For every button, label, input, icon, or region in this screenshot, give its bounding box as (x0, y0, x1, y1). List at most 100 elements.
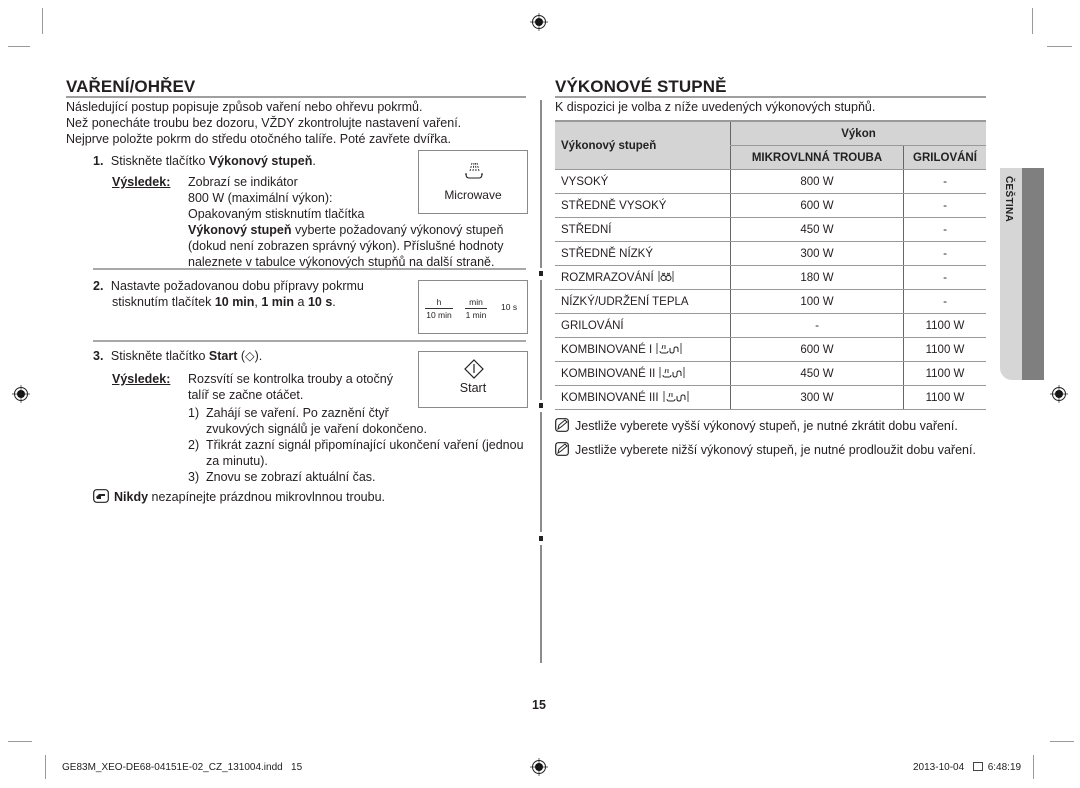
footer-separator-glyph (972, 762, 983, 771)
result-text: vyberte požadovaný výkonový stupeň (291, 223, 504, 237)
microwave-power-value: 600 W (730, 193, 904, 218)
power-level-name: STŘEDNÍ (555, 217, 731, 242)
microwave-power-value: 450 W (730, 361, 904, 386)
footer-file: GE83M_XEO-DE68-04151E-02_CZ_131004.indd … (62, 762, 303, 773)
power-level-label: KOMBINOVANÉ III (561, 392, 659, 404)
microwave-power-value: - (730, 313, 904, 338)
result-line: Rozsvítí se kontrolka trouby a otočný (188, 372, 393, 386)
sub-step-line: Zahájí se vaření. Po zaznění čtyř (206, 406, 389, 420)
step-text-end: (◇). (237, 349, 263, 363)
crop-mark (1032, 8, 1033, 34)
step-divider (93, 340, 526, 342)
step-2-line1: 2. Nastavte požadovanou dobu přípravy po… (93, 278, 364, 294)
footer-time: 6:48:19 (987, 762, 1022, 773)
step-number: 3. (93, 349, 104, 363)
step-button-name: Start (208, 349, 238, 363)
time-buttons-panel: h 10 min min 1 min 10 s (418, 280, 528, 334)
header-power-level: Výkonový stupeň (555, 120, 731, 170)
power-level-label: NÍZKÝ/UDRŽENÍ TEPLA (561, 295, 689, 308)
grill-power-value: - (903, 265, 986, 290)
header-grill: GRILOVÁNÍ (903, 145, 986, 170)
power-level-name: ROZMRAZOVÁNÍ (555, 265, 731, 290)
pointing-hand-icon (93, 489, 109, 503)
power-level-name: STŘEDNĚ VYSOKÝ (555, 193, 731, 218)
page-number: 15 (532, 698, 546, 712)
column-divider (540, 280, 542, 400)
microwave-power-value: 300 W (730, 241, 904, 266)
microwave-button-panel: Microwave (418, 150, 528, 214)
start-button-panel: Start (418, 351, 528, 408)
step-text-end: . (312, 154, 316, 168)
step-text-end: . (332, 295, 336, 309)
microwave-power-value: 800 W (730, 169, 904, 194)
result-button-name: Výkonový stupeň (188, 223, 292, 237)
warning-note: Nikdy nezapínejte prázdnou mikrovlnnou t… (93, 489, 385, 505)
result-line: (dokud není zobrazen správný výkon). Pří… (188, 239, 504, 253)
grill-power-value: 1100 W (903, 337, 986, 362)
crop-mark (8, 741, 32, 742)
footer-date: 2013-10-04 (913, 762, 965, 773)
table-row: VYSOKÝ 800 W- (555, 169, 986, 194)
start-icon (464, 359, 484, 379)
power-level-name: KOMBINOVANÉ III (555, 385, 731, 410)
column-divider-mark (539, 271, 543, 276)
button-top-label: min (465, 297, 487, 309)
microwave-icon (465, 162, 483, 179)
section-title-cooking: VAŘENÍ/OHŘEV (66, 77, 196, 96)
microwave-power-value: 300 W (730, 385, 904, 410)
step-text: Stiskněte tlačítko (110, 349, 209, 363)
step-button-name: Výkonový stupeň (208, 154, 313, 168)
table-row: GRILOVÁNÍ -1100 W (555, 313, 986, 338)
step-text: stisknutím tlačítek (112, 295, 215, 309)
min-1min-button: min 1 min (465, 297, 487, 320)
button-bottom-label: 1 min (465, 310, 487, 320)
microwave-power-value: 450 W (730, 217, 904, 242)
result-line: talíř se začne otáčet. (188, 388, 304, 402)
result-line: Opakovaným stisknutím tlačítka (188, 207, 365, 221)
table-row: ROZMRAZOVÁNÍ 180 W- (555, 265, 986, 290)
step-number: 1. (93, 154, 104, 168)
intro-line: Nejprve položte pokrm do středu otočného… (66, 132, 451, 146)
button-bottom-label: 10 min (426, 310, 452, 320)
power-level-name: NÍZKÝ/UDRŽENÍ TEPLA (555, 289, 731, 314)
header-microwave: MIKROVLNNÁ TROUBA (730, 145, 904, 170)
power-level-label: STŘEDNĚ NÍZKÝ (561, 247, 654, 260)
power-level-label: STŘEDNĚ VYSOKÝ (561, 199, 667, 212)
registration-mark-icon (12, 385, 30, 403)
result-line: Zobrazí se indikátor (188, 175, 298, 189)
microwave-power-value: 180 W (730, 265, 904, 290)
note-text: Jestliže vyberete vyšší výkonový stupeň,… (575, 419, 958, 433)
button-top-label: h (425, 297, 453, 309)
power-level-label: KOMBINOVANÉ I (561, 344, 653, 356)
grill-power-value: - (903, 193, 986, 218)
crop-mark (8, 46, 30, 47)
step-text: Nastavte požadovanou dobu přípravy pokrm… (110, 279, 364, 293)
start-label: Start (459, 381, 487, 395)
table-row: NÍZKÝ/UDRŽENÍ TEPLA 100 W- (555, 289, 986, 314)
grill-power-value: - (903, 241, 986, 266)
power-level-table: Výkonový stupeň Výkon MIKROVLNNÁ TROUBA … (555, 120, 986, 410)
step-3: 3. Stiskněte tlačítko Start (◇). (93, 348, 262, 364)
grill-power-value: - (903, 217, 986, 242)
grill-power-value: - (903, 169, 986, 194)
combi-icon (656, 343, 682, 356)
note-text: Jestliže vyberete nižší výkonový stupeň,… (575, 443, 976, 457)
column-divider-mark (539, 403, 543, 408)
result-line: Výkonový stupeň vyberte požadovaný výkon… (188, 222, 503, 238)
microwave-power-value: 600 W (730, 337, 904, 362)
power-level-label: KOMBINOVANÉ II (561, 368, 656, 380)
column-divider (540, 545, 542, 663)
power-level-label: VYSOKÝ (561, 175, 609, 188)
note-icon (555, 418, 569, 432)
grill-power-value: 1100 W (903, 385, 986, 410)
table-row: KOMBINOVANÉ II 450 W 1100 W (555, 361, 986, 386)
sub-step-number: 2) (188, 438, 200, 452)
power-level-name: KOMBINOVANÉ II (555, 361, 731, 386)
table-row: STŘEDNĚ NÍZKÝ 300 W- (555, 241, 986, 266)
step-text: Stiskněte tlačítko (110, 154, 209, 168)
step-divider (93, 268, 526, 270)
sub-step-line: za minutu). (206, 454, 268, 468)
power-level-name: GRILOVÁNÍ (555, 313, 731, 338)
column-divider (540, 412, 542, 532)
language-tab-label: ČEŠTINA (1003, 176, 1014, 222)
